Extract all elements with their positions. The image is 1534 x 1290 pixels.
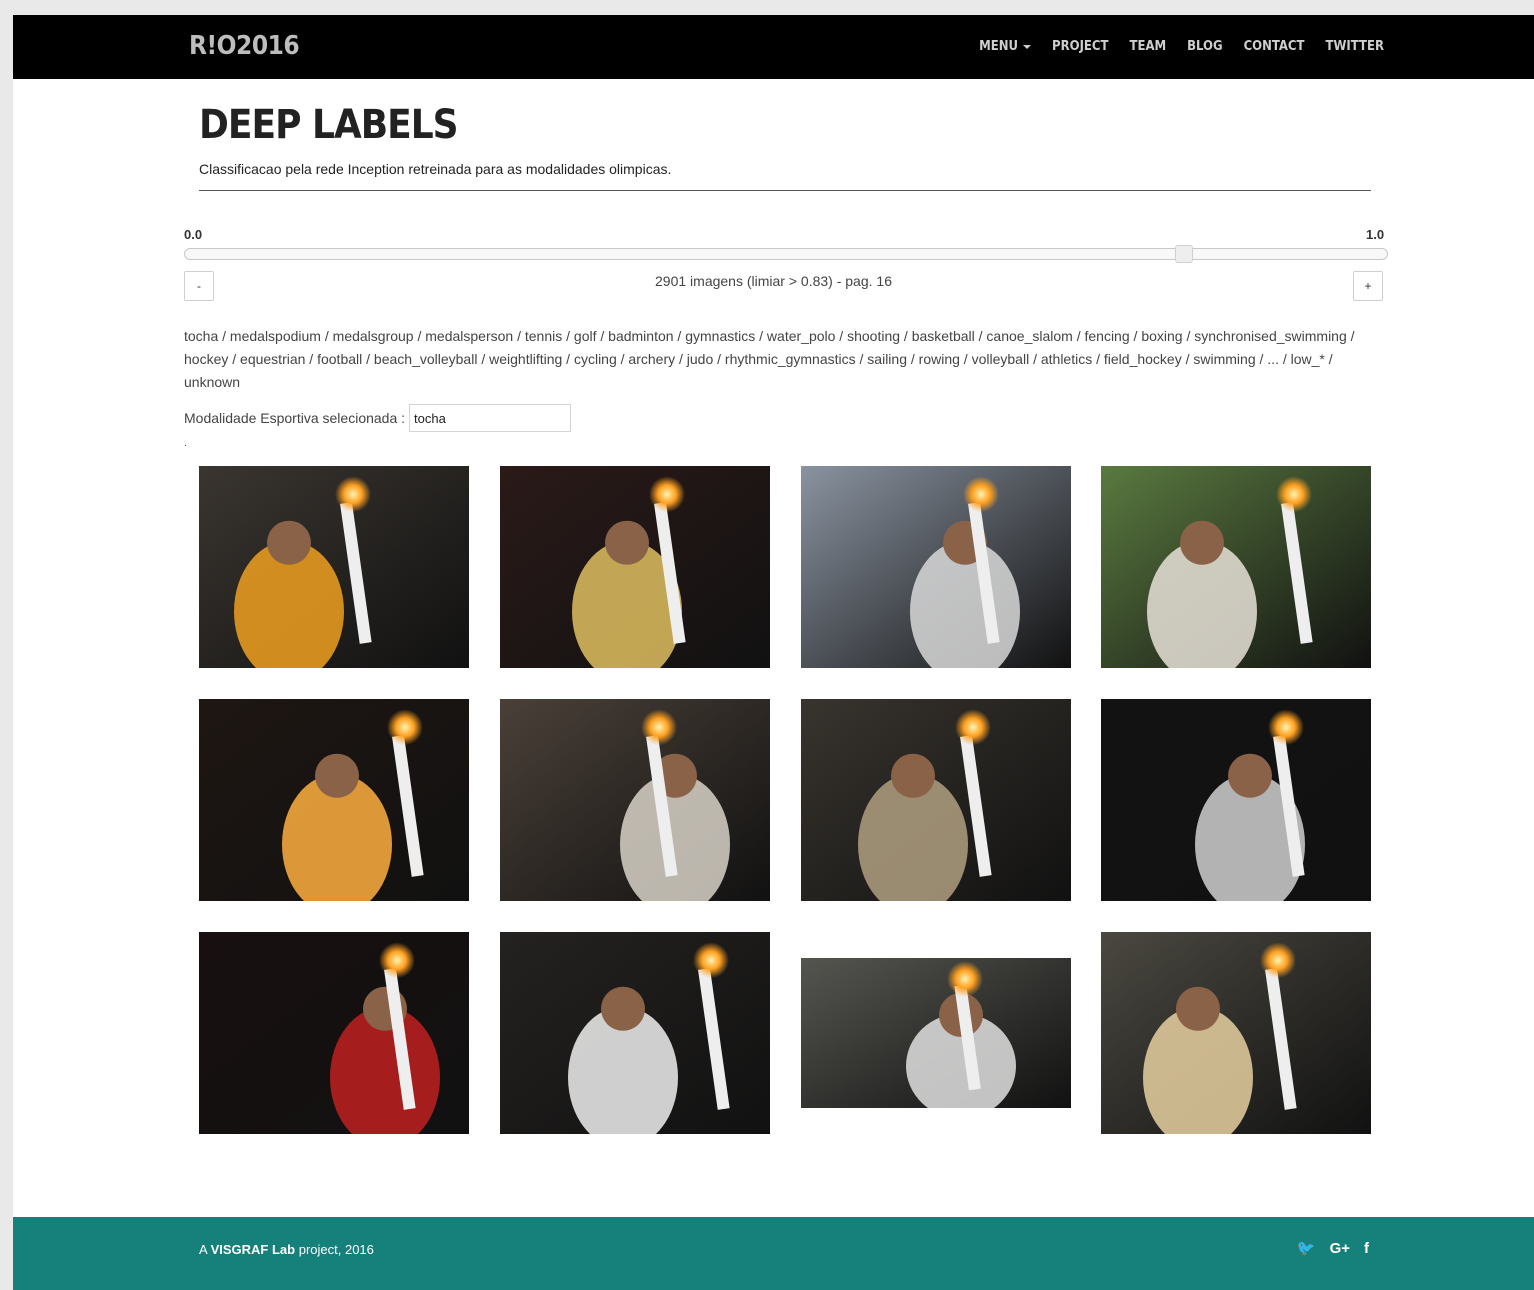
label-link[interactable]: low_* xyxy=(1291,351,1325,367)
label-link[interactable]: medalsperson xyxy=(425,328,513,344)
torch-photo-11[interactable] xyxy=(801,958,1071,1108)
caret-down-icon xyxy=(1023,44,1032,49)
footer-credit: A VISGRAF Lab project, 2016 xyxy=(199,1242,374,1257)
google-plus-icon[interactable]: G+ xyxy=(1330,1240,1350,1257)
footer-lab-link[interactable]: VISGRAF Lab xyxy=(211,1242,296,1257)
nav-links: MENU PROJECT TEAM BLOG CONTACT TWITTER xyxy=(979,39,1384,54)
facebook-icon[interactable]: f xyxy=(1364,1240,1369,1257)
torch-photo-9[interactable] xyxy=(199,932,469,1134)
results-status: 2901 imagens (limiar > 0.83) - pag. 16 xyxy=(655,273,892,289)
sport-selector-label: Modalidade Esportiva selecionada : xyxy=(184,410,406,426)
page-subtitle: Classificacao pela rede Inception retrei… xyxy=(199,161,672,177)
label-link[interactable]: basketball xyxy=(912,328,975,344)
nav-team[interactable]: TEAM xyxy=(1129,39,1166,54)
label-link[interactable]: gymnastics xyxy=(685,328,755,344)
label-link[interactable]: medalsgroup xyxy=(333,328,414,344)
torch-photo-4[interactable] xyxy=(1101,466,1371,668)
label-link[interactable]: boxing xyxy=(1141,328,1182,344)
torch-photo-7[interactable] xyxy=(801,699,1071,901)
nav-twitter[interactable]: TWITTER xyxy=(1326,39,1385,54)
label-link[interactable]: football xyxy=(317,351,362,367)
label-link[interactable]: field_hockey xyxy=(1104,351,1182,367)
nav-menu-label: MENU xyxy=(979,39,1019,54)
torch-photo-8[interactable] xyxy=(1101,699,1371,901)
nav-team-label: TEAM xyxy=(1129,39,1167,54)
label-link[interactable]: water_polo xyxy=(767,328,836,344)
social-links: 🐦 G+ f xyxy=(1297,1239,1369,1258)
label-link[interactable]: golf xyxy=(574,328,597,344)
threshold-slider[interactable] xyxy=(184,245,1388,263)
label-link[interactable]: unknown xyxy=(184,374,240,390)
label-link[interactable]: canoe_slalom xyxy=(986,328,1072,344)
torch-photo-1[interactable] xyxy=(199,466,469,668)
label-link[interactable]: tocha xyxy=(184,328,218,344)
torch-photo-10[interactable] xyxy=(500,932,770,1134)
brand-logo[interactable]: R!O2016 xyxy=(189,31,300,61)
label-link[interactable]: cycling xyxy=(574,351,617,367)
label-link[interactable]: beach_volleyball xyxy=(374,351,478,367)
nav-contact[interactable]: CONTACT xyxy=(1244,39,1305,54)
nav-twitter-label: TWITTER xyxy=(1325,39,1385,54)
label-link[interactable]: rowing xyxy=(919,351,960,367)
torch-photo-3[interactable] xyxy=(801,466,1071,668)
footer: A VISGRAF Lab project, 2016 🐦 G+ f xyxy=(13,1217,1534,1290)
nav-blog-label: BLOG xyxy=(1187,39,1223,54)
label-link[interactable]: weightlifting xyxy=(489,351,562,367)
label-link[interactable]: tennis xyxy=(525,328,562,344)
twitter-icon[interactable]: 🐦 xyxy=(1297,1239,1316,1257)
label-link[interactable]: shooting xyxy=(847,328,900,344)
navbar: R!O2016 MENU PROJECT TEAM BLOG CONTACT TWITTE… xyxy=(13,15,1534,79)
label-link[interactable]: ... xyxy=(1267,351,1279,367)
label-link[interactable]: sailing xyxy=(867,351,907,367)
page-title: DEEP LABELS xyxy=(199,102,459,148)
page: R!O2016 MENU PROJECT TEAM BLOG CONTACT TWITTE… xyxy=(13,15,1534,1290)
torch-photo-6[interactable] xyxy=(500,699,770,901)
label-link[interactable]: athletics xyxy=(1041,351,1092,367)
footer-prefix: A xyxy=(199,1242,207,1257)
torch-photo-5[interactable] xyxy=(199,699,469,901)
label-link[interactable]: hockey xyxy=(184,351,228,367)
label-link[interactable]: rhythmic_gymnastics xyxy=(725,351,856,367)
nav-contact-label: CONTACT xyxy=(1243,39,1305,54)
label-link[interactable]: volleyball xyxy=(972,351,1030,367)
label-link[interactable]: judo xyxy=(687,351,713,367)
nav-menu[interactable]: MENU xyxy=(979,39,1032,54)
torch-photo-12[interactable] xyxy=(1101,932,1371,1134)
slider-handle[interactable] xyxy=(1174,245,1193,263)
footer-suffix: project, 2016 xyxy=(298,1242,374,1257)
label-link[interactable]: archery xyxy=(628,351,675,367)
label-link[interactable]: badminton xyxy=(608,328,673,344)
label-link[interactable]: fencing xyxy=(1084,328,1129,344)
torch-photo-2[interactable] xyxy=(500,466,770,668)
nav-project-label: PROJECT xyxy=(1052,39,1109,54)
next-page-button[interactable]: + xyxy=(1353,271,1383,301)
divider xyxy=(199,190,1371,191)
nav-blog[interactable]: BLOG xyxy=(1187,39,1222,54)
category-labels: tocha / medalspodium / medalsgroup / med… xyxy=(184,328,1355,390)
label-link[interactable]: medalspodium xyxy=(230,328,321,344)
label-link[interactable]: swimming xyxy=(1193,351,1255,367)
slider-min-label: 0.0 xyxy=(184,227,203,242)
label-link[interactable]: synchronised_swimming xyxy=(1194,328,1347,344)
sport-input[interactable] xyxy=(409,404,572,432)
slider-max-label: 1.0 xyxy=(1366,227,1385,242)
nav-project[interactable]: PROJECT xyxy=(1052,39,1108,54)
label-link[interactable]: equestrian xyxy=(240,351,305,367)
sport-selector: Modalidade Esportiva selecionada : xyxy=(184,404,572,432)
dot-text: . xyxy=(184,437,188,449)
